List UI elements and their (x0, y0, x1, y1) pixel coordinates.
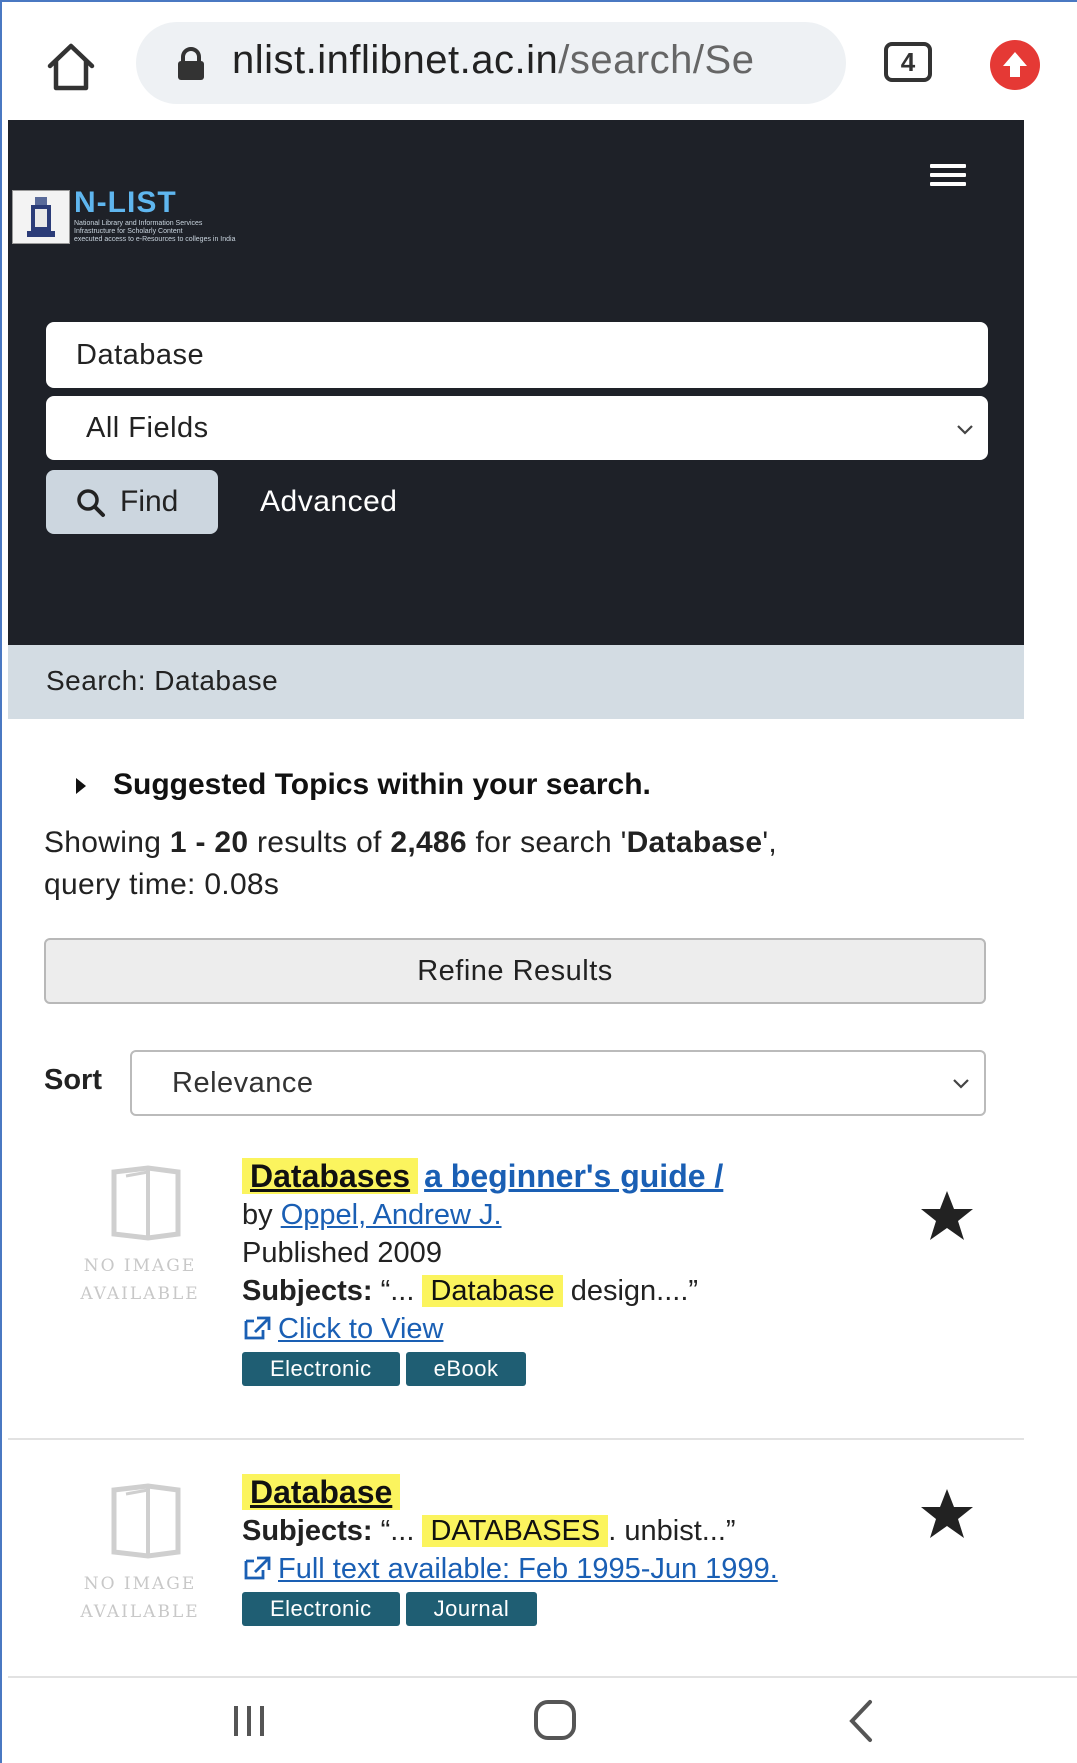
advanced-search-link[interactable]: Advanced (260, 470, 397, 534)
subjects-highlight: DATABASES (422, 1515, 609, 1547)
refine-results-button[interactable]: Refine Results (44, 938, 986, 1004)
result-body: Databases a beginner's guide / by Oppel, … (242, 1156, 922, 1386)
home-icon[interactable] (44, 40, 108, 104)
address-bar[interactable]: nlist.inflibnet.ac.in/search/Se (136, 22, 846, 104)
subjects-post: design....” (562, 1275, 699, 1307)
url-text: nlist.inflibnet.ac.in/search/Se (232, 38, 837, 83)
no-image-line-1: NO IMAGE (83, 1256, 197, 1276)
summary-total: 2,486 (390, 826, 467, 859)
external-link-icon (244, 1316, 271, 1340)
format-badge: Electronic (242, 1592, 400, 1626)
subjects-label: Subjects: (242, 1275, 373, 1307)
result-item: NO IMAGE AVAILABLE Database Subjects: “.… (8, 1466, 1024, 1666)
logo-sub-line-3: executed access to e-Resources to colleg… (74, 236, 236, 243)
hamburger-menu-icon[interactable] (930, 164, 966, 192)
result-subjects: Subjects: “... DATABASES. unbist...” (242, 1512, 922, 1550)
chevron-down-icon (957, 425, 973, 435)
logo-sub-line-1: National Library and Information Service… (74, 220, 203, 227)
no-image-placeholder: NO IMAGE AVAILABLE (70, 1482, 210, 1632)
no-image-line-2: AVAILABLE (80, 1284, 200, 1304)
sort-select[interactable]: Relevance (130, 1050, 986, 1116)
site-header: N-LIST National Library and Information … (8, 120, 1024, 645)
find-button[interactable]: Find (46, 470, 218, 534)
result-access-link[interactable]: Full text available: Feb 1995-Jun 1999. (242, 1550, 922, 1588)
subjects-pre: “... (372, 1515, 423, 1547)
no-image-placeholder: NO IMAGE AVAILABLE (70, 1164, 210, 1314)
search-type-select[interactable]: All Fields (46, 396, 988, 460)
result-title-link[interactable]: a beginner's guide / (424, 1158, 723, 1194)
recent-apps-icon[interactable] (230, 1704, 270, 1738)
format-badges: Electronic Journal (242, 1592, 922, 1626)
browser-toolbar: nlist.inflibnet.ac.in/search/Se 4 (8, 12, 1077, 118)
system-nav-bar (8, 1678, 1077, 1763)
nav-home-icon[interactable] (534, 1700, 576, 1740)
site-logo-subtitle: National Library and Information Service… (74, 220, 294, 244)
sort-value: Relevance (172, 1067, 314, 1099)
author-link[interactable]: Oppel, Andrew J. (281, 1199, 502, 1231)
format-badges: Electronic eBook (242, 1352, 922, 1386)
star-icon[interactable] (918, 1486, 976, 1542)
subjects-highlight: Database (422, 1275, 563, 1307)
tabs-count-button[interactable]: 4 (884, 42, 932, 82)
summary-query-suffix: ', (762, 826, 778, 859)
sort-label: Sort (44, 1064, 102, 1096)
result-body: Database Subjects: “... DATABASES. unbis… (242, 1472, 922, 1626)
result-subjects: Subjects: “... Database design....” (242, 1272, 922, 1310)
suggested-topics-toggle[interactable]: Suggested Topics within your search. (113, 768, 651, 802)
book-icon (111, 1165, 181, 1241)
summary-range: 1 - 20 (169, 826, 249, 859)
subjects-pre: “... (372, 1275, 423, 1307)
no-image-text: NO IMAGE AVAILABLE (70, 1570, 210, 1626)
result-title-highlight[interactable]: Databases (242, 1158, 419, 1194)
summary-query-time: query time: 0.08s (44, 868, 280, 901)
nlist-logo-icon[interactable] (12, 190, 70, 244)
result-title-highlight[interactable]: Database (242, 1474, 401, 1510)
result-item: NO IMAGE AVAILABLE Databases a beginner's… (8, 1150, 1024, 1430)
search-type-value: All Fields (86, 412, 209, 444)
search-input[interactable]: Database (46, 322, 988, 388)
no-image-line-1: NO IMAGE (83, 1574, 197, 1594)
subjects-label: Subjects: (242, 1515, 373, 1547)
expand-triangle-icon[interactable] (76, 778, 86, 794)
by-label: by (242, 1199, 281, 1231)
access-link-text[interactable]: Full text available: Feb 1995-Jun 1999. (278, 1553, 778, 1585)
summary-for-search: for search ' (466, 826, 627, 859)
format-badge: eBook (405, 1352, 527, 1386)
result-access-link[interactable]: Click to View (242, 1310, 922, 1348)
logo-sub-line-2: Infrastructure for Scholarly Content (74, 228, 183, 235)
breadcrumb-text: Search: Database (46, 665, 279, 696)
result-divider (8, 1438, 1024, 1440)
format-badge: Journal (405, 1592, 538, 1626)
search-icon (77, 489, 105, 517)
summary-results-of: results of (248, 826, 391, 859)
find-button-label: Find (120, 485, 179, 518)
no-image-text: NO IMAGE AVAILABLE (70, 1252, 210, 1308)
url-path: /search/Se (558, 38, 755, 82)
update-arrow-icon[interactable] (990, 40, 1040, 90)
nav-back-icon[interactable] (846, 1698, 876, 1744)
site-logo-title[interactable]: N-LIST (74, 186, 177, 220)
result-title[interactable]: Databases a beginner's guide / (242, 1156, 922, 1196)
no-image-line-2: AVAILABLE (80, 1602, 200, 1622)
results-summary: Showing 1 - 20 results of 2,486 for sear… (44, 822, 984, 906)
summary-query: Database (626, 826, 763, 859)
access-link-text[interactable]: Click to View (278, 1313, 443, 1345)
result-title[interactable]: Database (242, 1472, 922, 1512)
url-host: nlist.inflibnet.ac.in (232, 38, 559, 82)
result-author-line: by Oppel, Andrew J. (242, 1196, 922, 1234)
chevron-down-icon (953, 1079, 969, 1089)
book-icon (111, 1483, 181, 1559)
summary-prefix: Showing (44, 826, 170, 859)
breadcrumb: Search: Database (8, 645, 1024, 719)
format-badge: Electronic (242, 1352, 400, 1386)
external-link-icon (244, 1556, 271, 1580)
subjects-post: . unbist...” (608, 1515, 736, 1547)
result-published: Published 2009 (242, 1237, 442, 1269)
star-icon[interactable] (918, 1188, 976, 1244)
lock-icon (176, 46, 210, 82)
